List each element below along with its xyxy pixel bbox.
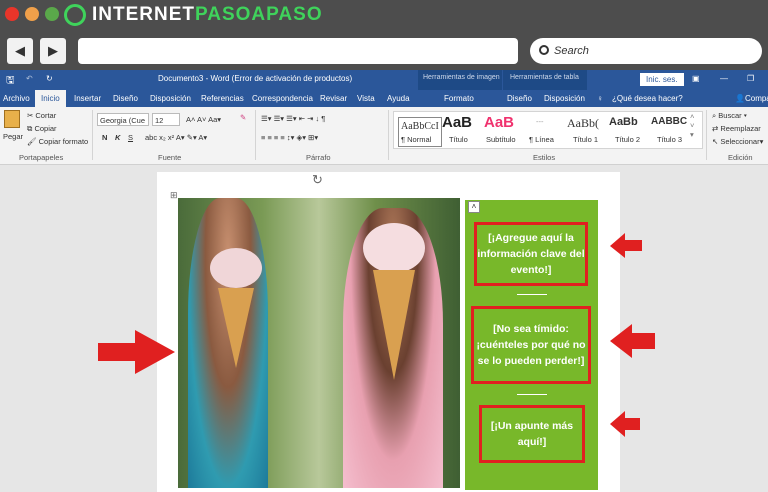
annotation-arrows — [98, 233, 655, 437]
red-arrow-icon — [610, 411, 640, 437]
red-arrow-icon — [610, 233, 642, 258]
red-arrow-icon — [610, 324, 655, 358]
red-arrow-icon — [98, 330, 175, 374]
